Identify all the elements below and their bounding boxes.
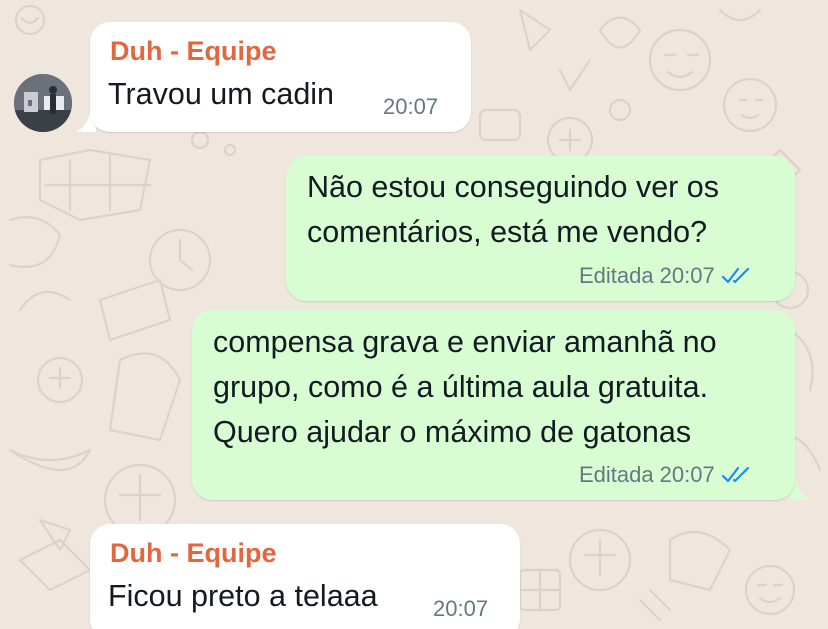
message-text-line: Não estou conseguindo ver os (307, 170, 720, 204)
contact-avatar[interactable] (14, 74, 72, 132)
message-timestamp: 20:07 (659, 462, 715, 487)
message-text-line: grupo, como é a última aula gratuita. (213, 370, 709, 404)
message-text-line: compensa grava e enviar amanhã no (213, 325, 717, 359)
message-text: Travou um cadin (108, 77, 335, 111)
sender-name[interactable]: Duh - Equipe (110, 36, 276, 67)
message-text-line: comentários, está me vendo? (307, 215, 708, 249)
message-text-line: Quero ajudar o máximo de gatonas (213, 415, 692, 449)
message-timestamp: 20:07 (659, 263, 715, 288)
message-time: 20:07 (433, 596, 488, 622)
message-text: Ficou preto a telaaa (108, 579, 378, 613)
contact-avatar-photo-icon (14, 74, 72, 132)
edited-label: Editada (579, 263, 654, 288)
message-bubble-incoming[interactable]: Duh - Equipe Travou um cadin 20:07 (90, 22, 471, 132)
message-bubble-outgoing[interactable]: compensa grava e enviar amanhã no grupo,… (192, 310, 795, 500)
sender-name[interactable]: Duh - Equipe (110, 538, 276, 569)
message-meta: Editada 20:07 (579, 462, 753, 488)
message-bubble-outgoing[interactable]: Não estou conseguindo ver os comentários… (286, 156, 795, 301)
message-timestamp: 20:07 (383, 94, 439, 119)
double-check-read-icon (721, 466, 749, 483)
edited-label: Editada (579, 462, 654, 487)
message-bubble-incoming[interactable]: Duh - Equipe Ficou preto a telaaa 20:07 (90, 524, 520, 629)
double-check-read-icon (721, 267, 749, 284)
message-meta: Editada 20:07 (579, 263, 753, 289)
message-time: 20:07 (383, 94, 438, 120)
message-timestamp: 20:07 (433, 596, 489, 621)
